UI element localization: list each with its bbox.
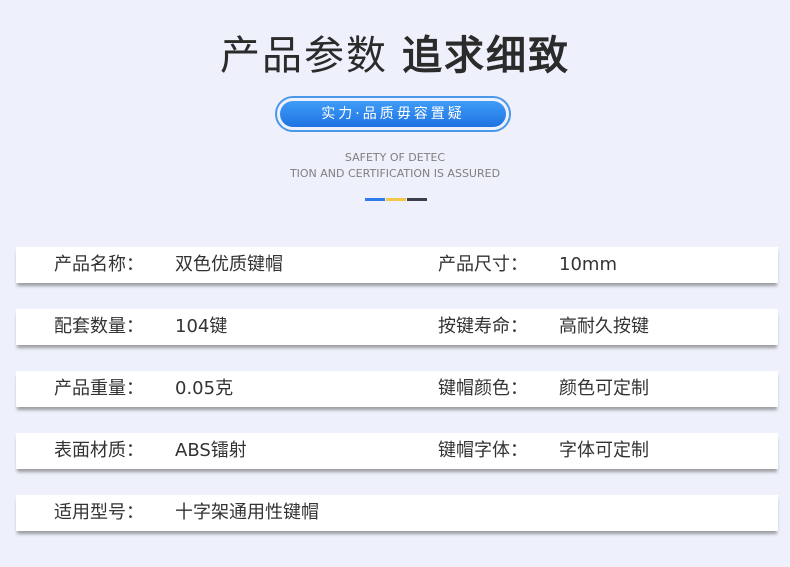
- spec-label: 产品名称：: [54, 254, 144, 275]
- spec-row: 表面材质： ABS镭射 键帽字体： 字体可定制: [16, 433, 778, 469]
- title-light: 产品参数: [220, 33, 388, 79]
- quality-badge-label: 实力·品质毋容置疑: [280, 101, 506, 127]
- spec-value: 双色优质键帽: [175, 254, 283, 275]
- spec-row: 产品重量： 0.05克 键帽颜色： 颜色可定制: [16, 371, 778, 407]
- spec-label: 键帽颜色：: [438, 378, 528, 399]
- spec-row: 适用型号： 十字架通用性键帽: [16, 495, 778, 531]
- subtitle-line-1: SAFETY OF DETEC: [344, 151, 446, 164]
- page-title: 产品参数 追求细致: [0, 28, 790, 84]
- decorative-dashes: [365, 198, 429, 201]
- spec-value: 十字架通用性键帽: [175, 502, 319, 523]
- spec-label: 产品重量：: [54, 378, 144, 399]
- spec-label: 配套数量：: [54, 316, 144, 337]
- spec-value: 颜色可定制: [559, 378, 649, 399]
- spec-row: 产品名称： 双色优质键帽 产品尺寸： 10mm: [16, 247, 778, 283]
- spec-value: 字体可定制: [559, 440, 649, 461]
- quality-badge: 实力·品质毋容置疑: [275, 96, 511, 132]
- spec-value: ABS镭射: [175, 440, 247, 461]
- title-bold: 追求细致: [402, 33, 570, 79]
- spec-value: 高耐久按键: [559, 316, 649, 337]
- spec-label: 键帽字体：: [438, 440, 528, 461]
- dash-dark: [407, 198, 427, 201]
- spec-label: 适用型号：: [54, 502, 144, 523]
- spec-value: 104键: [175, 316, 228, 337]
- spec-row: 配套数量： 104键 按键寿命： 高耐久按键: [16, 309, 778, 345]
- spec-label: 按键寿命：: [438, 316, 528, 337]
- spec-label: 产品尺寸：: [438, 254, 528, 275]
- dash-blue: [365, 198, 385, 201]
- subtitle-line-2: TION AND CERTIFICATION IS ASSURED: [289, 167, 501, 180]
- spec-value: 0.05克: [175, 378, 234, 399]
- dash-yellow: [386, 198, 406, 201]
- spec-label: 表面材质：: [54, 440, 144, 461]
- spec-value: 10mm: [559, 254, 617, 275]
